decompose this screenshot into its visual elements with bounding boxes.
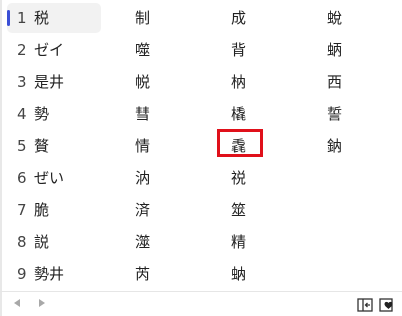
window-edge (0, 0, 2, 316)
candidate-item (293, 227, 389, 257)
candidate-index: 1 (17, 9, 27, 27)
candidate-row: 1税 制 成 蛻 (7, 3, 397, 35)
candidate-text: 西 (327, 73, 343, 91)
candidate-row: 3 是井 帨 枘 西 (7, 67, 397, 99)
candidate-item[interactable]: 情 (101, 131, 197, 161)
ime-candidate-window: 1 税制成蛻 2 ゼイ噬背蛃 3 是井帨枘西 4 勢彗橇誓 5 贅情毳鈉 6 ぜい汭祱 7 脆済筮 8 説澨精… (0, 0, 402, 316)
candidate-index: 3 (17, 73, 27, 91)
candidate-item[interactable]: 帨 (101, 67, 197, 97)
candidate-item[interactable]: 汭 (101, 163, 197, 193)
candidate-text: 帨 (135, 73, 151, 91)
candidate-item[interactable]: 筮 (197, 195, 293, 225)
candidate-row: 6 ぜい 汭 祱 (7, 163, 397, 195)
candidate-item[interactable]: 制 (101, 3, 197, 33)
candidate-item[interactable]: 鈉 (293, 131, 389, 161)
candidate-text: 蚋 (231, 265, 247, 283)
collapse-panel-icon[interactable] (357, 297, 373, 312)
chevron-right-icon[interactable] (39, 299, 45, 307)
candidate-item (293, 259, 389, 289)
candidate-grid: 1 税制成蛻 2 ゼイ噬背蛃 3 是井帨枘西 4 勢彗橇誓 5 贅情毳鈉 6 ぜい汭祱 7 脆済筮 8 説澨精… (7, 3, 397, 291)
candidate-item[interactable]: 済 (101, 195, 197, 225)
candidate-item[interactable]: 芮 (101, 259, 197, 289)
candidate-item (293, 163, 389, 193)
candidate-text: ゼイ (34, 41, 65, 59)
candidate-row: 7脆 済 筮 (7, 195, 397, 227)
candidate-index: 4 (17, 105, 27, 123)
candidate-item[interactable]: 1税 (7, 3, 101, 33)
candidate-row: 2 ゼイ 噬 背 蛃 (7, 35, 397, 67)
candidate-text: 噬 (135, 41, 151, 59)
candidate-item[interactable]: 枘 (197, 67, 293, 97)
candidate-row: 5贅情毳鈉 (7, 131, 397, 163)
candidate-text: 芮 (135, 265, 151, 283)
candidate-text: 澨 (135, 233, 151, 251)
candidate-item[interactable]: 精 (197, 227, 293, 257)
highlight-annotation-box (217, 129, 263, 157)
candidate-item[interactable]: 蚋 (197, 259, 293, 289)
candidate-item[interactable]: 西 (293, 67, 389, 97)
candidate-text: 是井 (34, 73, 65, 91)
candidate-item[interactable]: 蛃 (293, 35, 389, 65)
candidate-text: 制 (135, 9, 151, 27)
candidate-text: ぜい (34, 169, 65, 187)
candidate-item[interactable]: 澨 (101, 227, 197, 257)
candidate-text: 誓 (327, 105, 343, 123)
candidate-text: 済 (135, 201, 151, 219)
selection-indicator (7, 10, 10, 26)
candidate-index: 2 (17, 41, 27, 59)
candidate-row: 4勢 彗 橇 誓 (7, 99, 397, 131)
heart-icon[interactable] (379, 297, 395, 312)
candidate-text: 彗 (135, 105, 151, 123)
candidate-text: 贅 (34, 137, 50, 155)
candidate-text: 勢 (34, 105, 50, 123)
candidate-index: 6 (17, 169, 27, 187)
candidate-text: 枘 (231, 73, 247, 91)
candidate-text: 蛃 (327, 41, 343, 59)
candidate-item[interactable]: 4勢 (7, 99, 101, 129)
candidate-item[interactable]: 7脆 (7, 195, 101, 225)
candidate-item[interactable]: 彗 (101, 99, 197, 129)
candidate-text: 筮 (231, 201, 247, 219)
candidate-item[interactable]: 8説 (7, 227, 101, 257)
candidate-item[interactable]: 祱 (197, 163, 293, 193)
candidate-text: 背 (231, 41, 247, 59)
candidate-text: 鈉 (327, 137, 343, 155)
candidate-row: 9 勢井 芮 蚋 (7, 259, 397, 291)
candidate-text: 橇 (231, 105, 247, 123)
candidate-text: 汭 (135, 169, 151, 187)
candidate-text: 成 (231, 9, 247, 27)
candidate-text: 税 (34, 9, 50, 27)
candidate-row: 8説 澨 精 (7, 227, 397, 259)
candidate-item[interactable]: 橇 (197, 99, 293, 129)
candidate-item[interactable]: 成 (197, 3, 293, 33)
candidate-text: 脆 (34, 201, 50, 219)
candidate-text: 勢井 (34, 265, 65, 283)
candidate-item[interactable]: 6 ぜい (7, 163, 101, 193)
candidate-item[interactable]: 蛻 (293, 3, 389, 33)
candidate-item[interactable]: 5贅 (7, 131, 101, 161)
candidate-item (293, 195, 389, 225)
candidate-index: 5 (17, 137, 27, 155)
candidate-text: 情 (135, 137, 151, 155)
candidate-footer (0, 291, 402, 316)
candidate-text: 蛻 (327, 9, 343, 27)
candidate-item[interactable]: 背 (197, 35, 293, 65)
candidate-item[interactable]: 噬 (101, 35, 197, 65)
candidate-item[interactable]: 9 勢井 (7, 259, 101, 289)
candidate-index: 8 (17, 233, 27, 251)
chevron-left-icon[interactable] (14, 299, 20, 307)
candidate-item[interactable]: 3 是井 (7, 67, 101, 97)
candidate-text: 祱 (231, 169, 247, 187)
candidate-item[interactable]: 2 ゼイ (7, 35, 101, 65)
candidate-text: 説 (34, 233, 50, 251)
candidate-index: 7 (17, 201, 27, 219)
candidate-item[interactable]: 誓 (293, 99, 389, 129)
candidate-index: 9 (17, 265, 27, 283)
candidate-text: 精 (231, 233, 247, 251)
